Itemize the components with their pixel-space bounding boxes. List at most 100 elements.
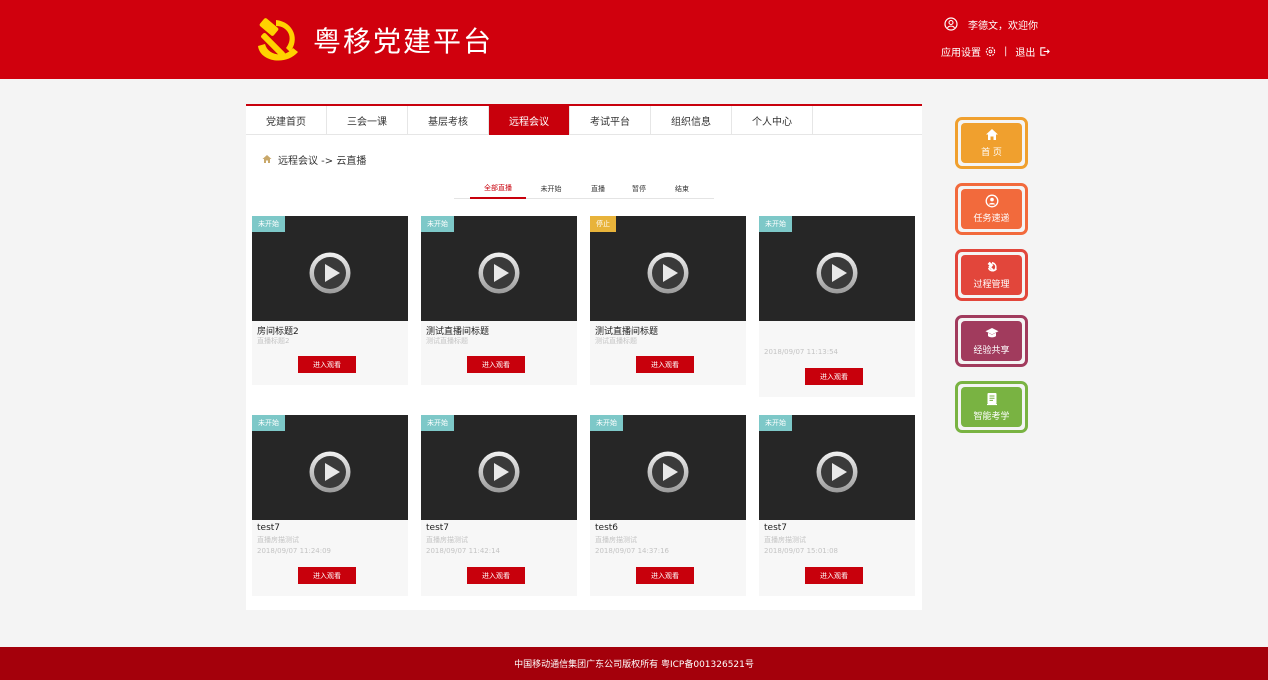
enter-watch-button[interactable]: 进入观看 <box>636 356 694 373</box>
status-badge: 未开始 <box>421 415 454 431</box>
nav-tab-5[interactable]: 组织信息 <box>651 106 732 135</box>
play-icon[interactable] <box>477 450 521 494</box>
card-subtitle: 直播房描测试 <box>257 536 299 544</box>
enter-watch-button[interactable]: 进入观看 <box>467 356 525 373</box>
quick-link-label: 首 页 <box>981 148 1002 158</box>
filter-tab-4[interactable]: 结束 <box>662 178 702 199</box>
live-card: 未开始 2018/09/07 11:13:54 进入观看 <box>759 216 915 397</box>
nav-tab-4[interactable]: 考试平台 <box>570 106 651 135</box>
quick-link-body: 首 页 <box>961 123 1022 163</box>
status-badge: 未开始 <box>421 216 454 232</box>
status-badge: 未开始 <box>759 216 792 232</box>
card-title: test7 <box>764 523 788 533</box>
footer: 中国移动通信集团广东公司版权所有 粤ICP备001326521号 <box>0 647 1268 680</box>
gear-icon <box>985 46 996 56</box>
video-thumbnail[interactable]: 未开始 <box>421 216 577 321</box>
card-subtitle: 直播标题2 <box>257 337 290 345</box>
breadcrumb: 远程会议 -> 云直播 <box>262 152 367 167</box>
nav-tab-1[interactable]: 三会一课 <box>327 106 408 135</box>
enter-watch-button[interactable]: 进入观看 <box>298 567 356 584</box>
logout-link[interactable]: 退出 <box>1015 44 1051 59</box>
document-icon <box>986 393 997 406</box>
home-icon <box>262 155 272 163</box>
quick-link-body: 过程管理 <box>961 255 1022 295</box>
live-card: 未开始 test7 直播房描测试 2018/09/07 11:24:09 进入观… <box>252 415 408 596</box>
filter-tab-3[interactable]: 暂停 <box>620 178 658 199</box>
user-circle-icon <box>985 194 998 208</box>
video-thumbnail[interactable]: 未开始 <box>252 415 408 520</box>
card-time: 2018/09/07 11:13:54 <box>764 348 839 356</box>
live-card: 未开始 test7 直播房描测试 2018/09/07 11:42:14 进入观… <box>421 415 577 596</box>
video-thumbnail[interactable]: 未开始 <box>590 415 746 520</box>
card-time: 2018/09/07 14:37:16 <box>595 547 670 555</box>
video-thumbnail[interactable]: 未开始 <box>421 415 577 520</box>
header-actions: 应用设置 | 退出 <box>941 43 1051 59</box>
live-card: 未开始 测试直播间标题 测试直播标题 进入观看 <box>421 216 577 385</box>
live-card: 未开始 房间标题2 直播标题2 进入观看 <box>252 216 408 385</box>
video-thumbnail[interactable]: 未开始 <box>252 216 408 321</box>
enter-watch-button[interactable]: 进入观看 <box>636 567 694 584</box>
user-greeting[interactable]: 李德文，欢迎你 <box>944 15 1038 33</box>
user-icon <box>944 17 958 31</box>
play-icon[interactable] <box>646 450 690 494</box>
quick-link-1[interactable]: 任务速递 <box>955 183 1028 235</box>
quick-link-body: 任务速递 <box>961 189 1022 229</box>
quick-link-label: 经验共享 <box>973 346 1010 356</box>
quick-link-body: 经验共享 <box>961 321 1022 361</box>
play-icon[interactable] <box>815 450 859 494</box>
quick-link-label: 任务速递 <box>973 214 1010 224</box>
video-thumbnail[interactable]: 停止 <box>590 216 746 321</box>
quick-link-4[interactable]: 智能考学 <box>955 381 1028 433</box>
enter-watch-button[interactable]: 进入观看 <box>467 567 525 584</box>
card-time: 2018/09/07 11:24:09 <box>257 547 332 555</box>
quick-link-label: 智能考学 <box>973 412 1010 422</box>
play-icon[interactable] <box>815 251 859 295</box>
quick-link-3[interactable]: 经验共享 <box>955 315 1028 367</box>
quick-link-label: 过程管理 <box>973 280 1010 290</box>
status-badge: 未开始 <box>252 216 285 232</box>
video-thumbnail[interactable]: 未开始 <box>759 216 915 321</box>
video-thumbnail[interactable]: 未开始 <box>759 415 915 520</box>
divider: | <box>1004 45 1008 57</box>
hammer-sickle-icon <box>987 261 997 272</box>
play-icon[interactable] <box>308 450 352 494</box>
card-title: test6 <box>595 523 619 533</box>
breadcrumb-text: 远程会议 -> 云直播 <box>278 155 367 167</box>
quick-link-2[interactable]: 过程管理 <box>955 249 1028 301</box>
enter-watch-button[interactable]: 进入观看 <box>805 567 863 584</box>
status-filter-tabs: 全部直播 未开始 直播 暂停 结束 <box>454 178 714 199</box>
status-badge: 未开始 <box>252 415 285 431</box>
status-badge: 停止 <box>590 216 616 232</box>
card-subtitle: 直播房描测试 <box>595 536 637 544</box>
live-card: 未开始 test6 直播房描测试 2018/09/07 14:37:16 进入观… <box>590 415 746 596</box>
filter-tab-2[interactable]: 直播 <box>580 178 616 199</box>
card-subtitle: 测试直播标题 <box>595 337 637 345</box>
nav-tab-2[interactable]: 基层考核 <box>408 106 489 135</box>
logout-icon <box>1040 46 1051 56</box>
nav-tab-3[interactable]: 远程会议 <box>489 106 570 135</box>
quick-link-0[interactable]: 首 页 <box>955 117 1028 169</box>
settings-link[interactable]: 应用设置 <box>941 44 996 59</box>
card-subtitle: 直播房描测试 <box>764 536 806 544</box>
enter-watch-button[interactable]: 进入观看 <box>805 368 863 385</box>
play-icon[interactable] <box>308 251 352 295</box>
card-time: 2018/09/07 15:01:08 <box>764 547 839 555</box>
nav-tab-0[interactable]: 党建首页 <box>246 106 327 135</box>
card-title: test7 <box>257 523 281 533</box>
play-icon[interactable] <box>477 251 521 295</box>
card-subtitle: 直播房描测试 <box>426 536 468 544</box>
hammer-sickle-logo-icon <box>258 18 298 61</box>
card-time: 2018/09/07 11:42:14 <box>426 547 501 555</box>
enter-watch-button[interactable]: 进入观看 <box>298 356 356 373</box>
filter-tab-1[interactable]: 未开始 <box>530 178 572 199</box>
main-nav: 党建首页 三会一课 基层考核 远程会议 考试平台 组织信息 个人中心 <box>246 106 922 135</box>
site-title: 粤移党建平台 <box>313 25 494 58</box>
filter-tab-0[interactable]: 全部直播 <box>470 178 526 199</box>
live-card: 停止 测试直播间标题 测试直播标题 进入观看 <box>590 216 746 385</box>
header: 粤移党建平台 李德文，欢迎你 应用设置 | 退出 <box>0 0 1268 79</box>
play-icon[interactable] <box>646 251 690 295</box>
quick-link-body: 智能考学 <box>961 387 1022 427</box>
home-icon <box>985 129 998 140</box>
nav-tab-6[interactable]: 个人中心 <box>732 106 813 135</box>
status-badge: 未开始 <box>759 415 792 431</box>
